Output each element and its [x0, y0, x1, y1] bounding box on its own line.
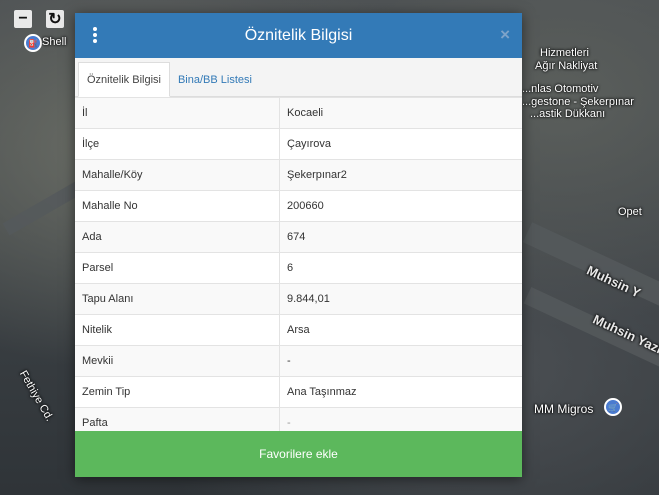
tab-building-list[interactable]: Bina/BB Listesi: [170, 63, 260, 96]
table-row: Mevkii -: [75, 345, 522, 377]
row-key: İlçe: [75, 128, 280, 160]
map-label-mm-migros: MM Migros: [534, 402, 594, 416]
map-label-gestone: ...gestone - Şekerpınar: [522, 96, 634, 108]
row-value: -: [279, 345, 522, 377]
table-row: Ada 674: [75, 221, 522, 253]
tab-bar: Öznitelik Bilgisi Bina/BB Listesi: [75, 58, 522, 97]
close-icon[interactable]: ×: [500, 25, 510, 45]
row-key: Parsel: [75, 252, 280, 284]
attribute-table-container[interactable]: İl Kocaeli İlçe Çayırova Mahalle/Köy Şek…: [75, 97, 522, 431]
row-key: Tapu Alanı: [75, 283, 280, 315]
shell-poi-icon[interactable]: ⛽: [24, 34, 42, 52]
row-value: Ana Taşınmaz: [279, 376, 522, 408]
row-value: Çayırova: [279, 128, 522, 160]
table-row: İlçe Çayırova: [75, 128, 522, 160]
refresh-icon[interactable]: ↻: [46, 10, 64, 28]
attribute-table: İl Kocaeli İlçe Çayırova Mahalle/Köy Şek…: [75, 97, 522, 431]
map-label-otomotiv: ...nlas Otomotiv: [522, 83, 599, 95]
table-row: Zemin Tip Ana Taşınmaz: [75, 376, 522, 408]
attribute-info-modal: Öznitelik Bilgisi × Öznitelik Bilgisi Bi…: [75, 13, 522, 477]
table-row: Parsel 6: [75, 252, 522, 284]
table-row: Mahalle/Köy Şekerpınar2: [75, 159, 522, 191]
row-value: Şekerpınar2: [279, 159, 522, 191]
map-label-shell: Shell: [42, 36, 67, 48]
table-row: Tapu Alanı 9.844,01: [75, 283, 522, 315]
modal-header: Öznitelik Bilgisi ×: [75, 13, 522, 58]
row-key: Pafta: [75, 407, 280, 431]
row-key: Ada: [75, 221, 280, 253]
row-value: Kocaeli: [279, 97, 522, 129]
table-row: Mahalle No 200660: [75, 190, 522, 222]
row-value: -: [279, 407, 522, 431]
row-key: İl: [75, 97, 280, 129]
row-key: Zemin Tip: [75, 376, 280, 408]
row-value: Arsa: [279, 314, 522, 346]
row-value: 674: [279, 221, 522, 253]
row-key: Mahalle/Köy: [75, 159, 280, 191]
row-value: 200660: [279, 190, 522, 222]
table-row: Pafta -: [75, 407, 522, 431]
row-value: 9.844,01: [279, 283, 522, 315]
row-key: Nitelik: [75, 314, 280, 346]
map-label-lastik: ...astik Dükkanı: [530, 108, 606, 120]
row-key: Mevkii: [75, 345, 280, 377]
shopping-cart-icon[interactable]: 🛒: [604, 398, 622, 416]
table-row: İl Kocaeli: [75, 97, 522, 129]
modal-title: Öznitelik Bilgisi: [244, 26, 353, 44]
tab-attribute-info[interactable]: Öznitelik Bilgisi: [78, 62, 170, 97]
map-label-hizmetleri: Hizmetleri: [540, 47, 589, 59]
zoom-out-icon[interactable]: −: [14, 10, 32, 28]
kebab-menu-icon[interactable]: [92, 27, 98, 43]
map-label-agir-nakliyat: Ağır Nakliyat: [535, 60, 598, 72]
row-key: Mahalle No: [75, 190, 280, 222]
table-row: Nitelik Arsa: [75, 314, 522, 346]
map-label-opet: Opet: [618, 206, 642, 218]
add-to-favorites-button[interactable]: Favorilere ekle: [75, 431, 522, 477]
row-value: 6: [279, 252, 522, 284]
